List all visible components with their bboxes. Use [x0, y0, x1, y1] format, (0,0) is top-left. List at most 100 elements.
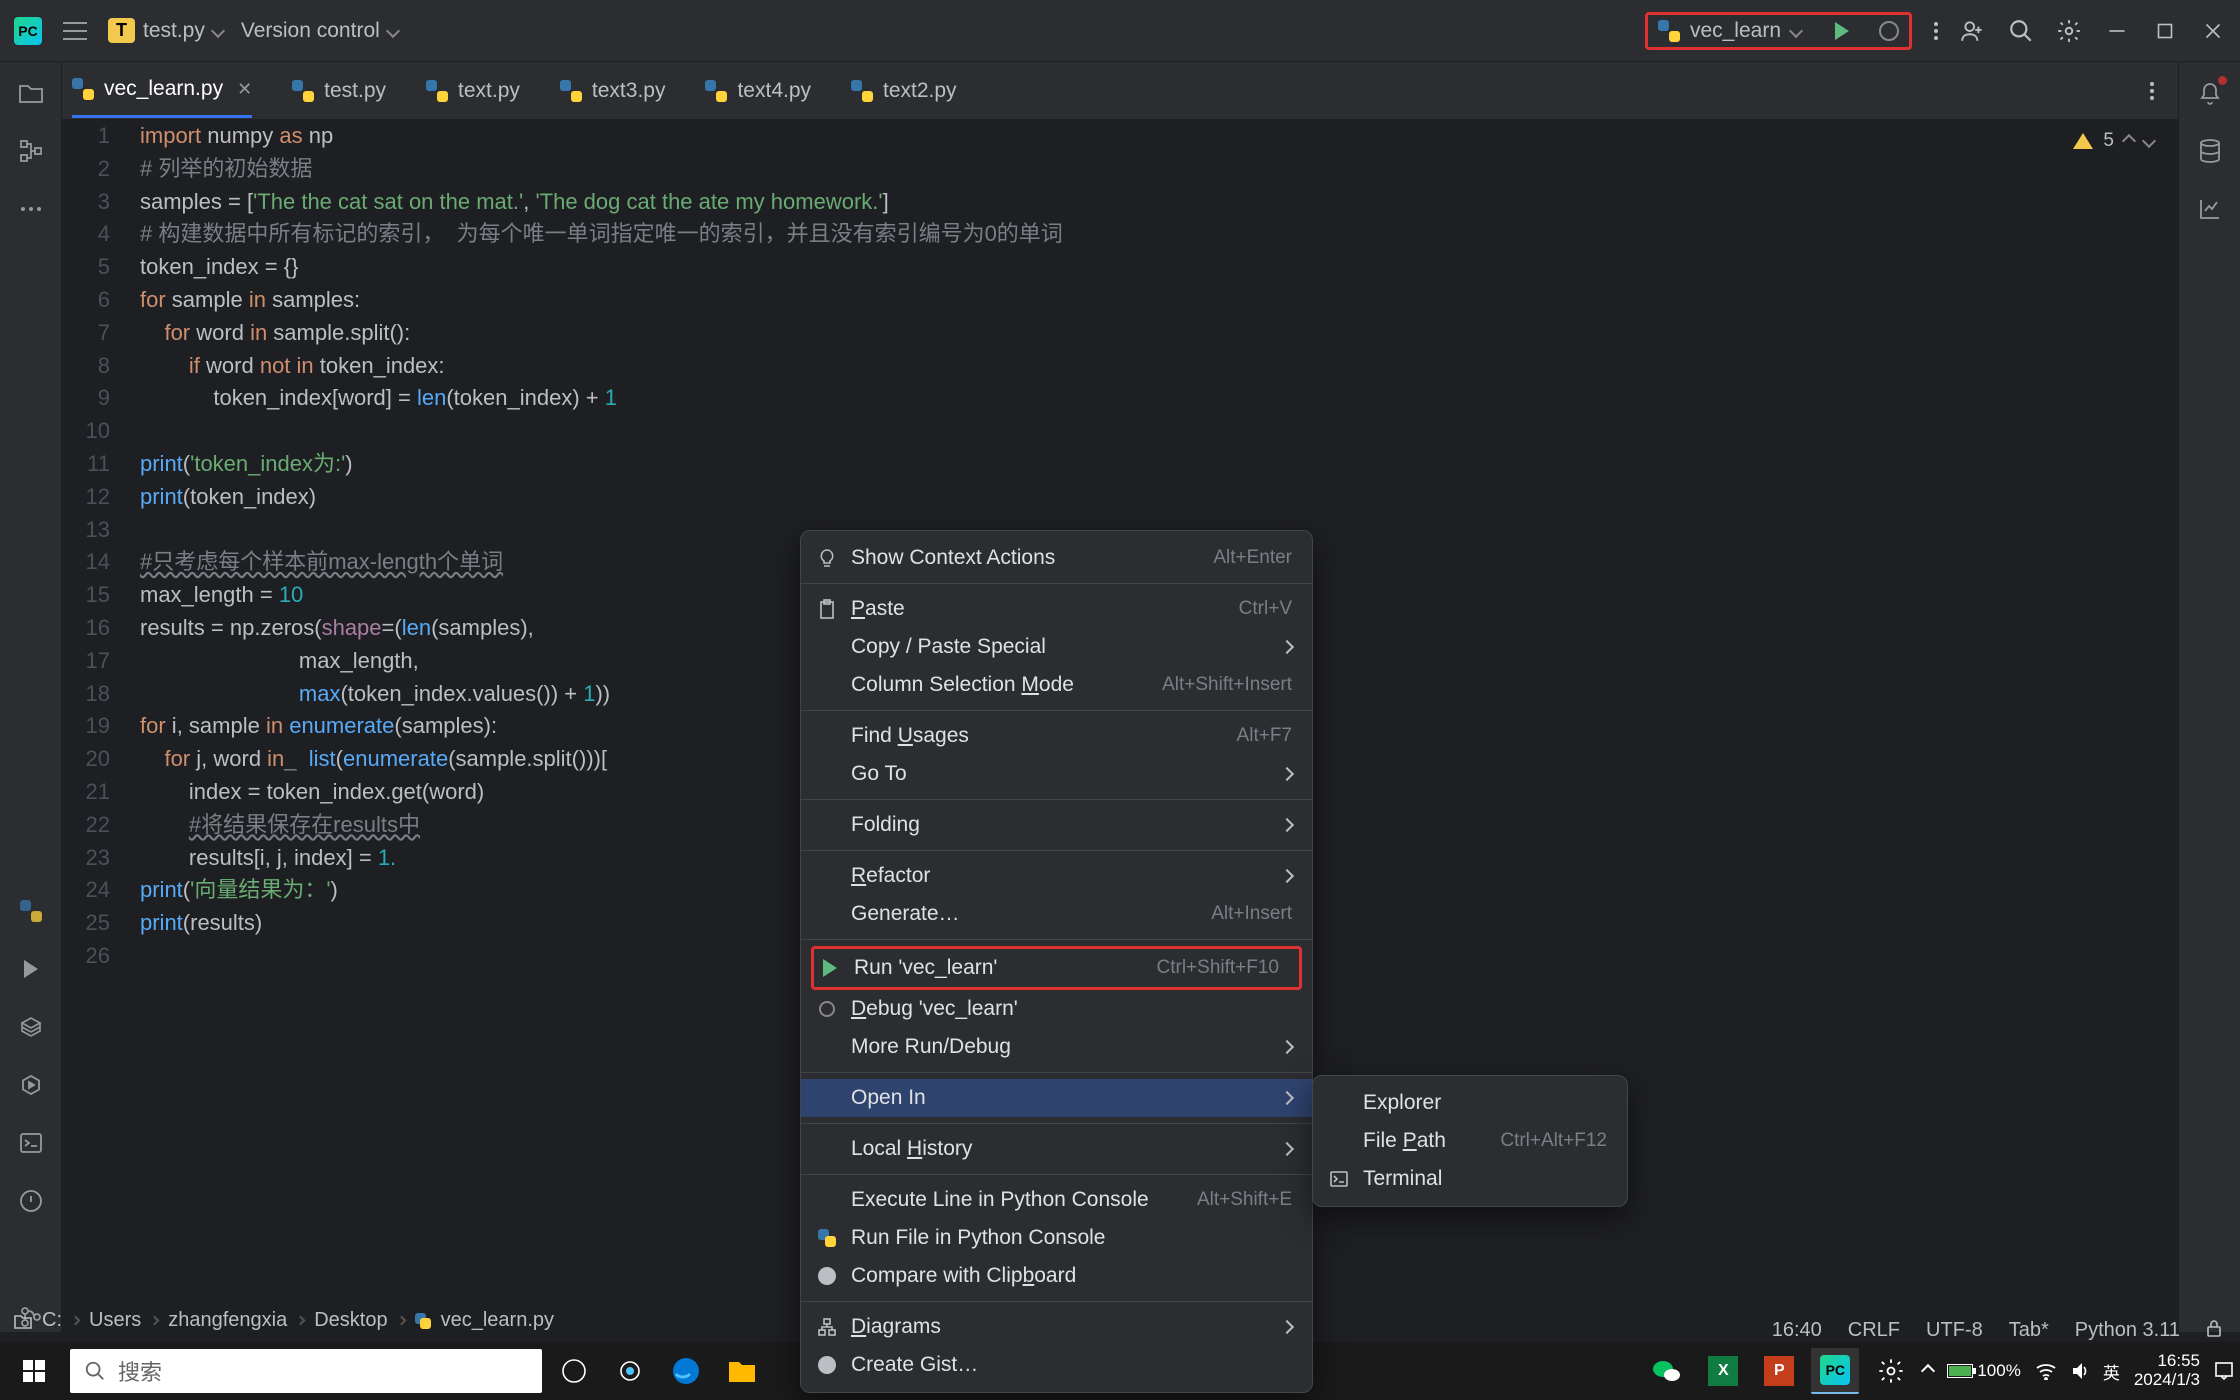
more-tool-icon[interactable]: [16, 194, 46, 224]
close-tab-icon[interactable]: ✕: [237, 79, 252, 100]
project-selector[interactable]: T test.py: [108, 18, 223, 43]
volume-icon[interactable]: [2071, 1361, 2089, 1381]
python-icon: [815, 1229, 839, 1247]
breadcrumb-segment[interactable]: Desktop: [314, 1309, 387, 1332]
system-tray[interactable]: 100% 英 16:552024/1/3: [1923, 1352, 2234, 1389]
tab-label: vec_learn.py: [104, 77, 223, 101]
status-indent[interactable]: Tab*: [2009, 1319, 2049, 1342]
context-menu-item[interactable]: Go To: [801, 755, 1312, 793]
context-menu-item[interactable]: Run File in Python Console: [801, 1219, 1312, 1257]
breadcrumb-segment[interactable]: zhangfengxia: [168, 1309, 287, 1332]
powerpoint-app[interactable]: P: [1755, 1348, 1803, 1394]
context-menu-item[interactable]: Run 'vec_learn'Ctrl+Shift+F10: [814, 949, 1299, 987]
pycharm-app[interactable]: PC: [1811, 1348, 1859, 1394]
battery-icon[interactable]: [1947, 1364, 1973, 1378]
breadcrumb-segment[interactable]: Users: [89, 1309, 141, 1332]
context-menu-item[interactable]: PasteCtrl+V: [801, 590, 1312, 628]
status-line-ending[interactable]: CRLF: [1848, 1319, 1900, 1342]
close-button[interactable]: [2200, 18, 2226, 44]
start-button[interactable]: [6, 1348, 62, 1394]
breadcrumb-segment[interactable]: vec_learn.py: [441, 1309, 554, 1332]
search-icon[interactable]: [2008, 18, 2034, 44]
tabs-more-icon[interactable]: [2150, 82, 2154, 100]
submenu-item[interactable]: Terminal: [1313, 1160, 1627, 1198]
run-tool-icon[interactable]: [16, 954, 46, 984]
structure-tool-icon[interactable]: [16, 136, 46, 166]
readonly-lock-icon[interactable]: [2206, 1319, 2222, 1342]
status-encoding[interactable]: UTF-8: [1926, 1319, 1983, 1342]
excel-app[interactable]: X: [1699, 1348, 1747, 1394]
titlebar: PC T test.py Version control vec_learn: [0, 0, 2240, 62]
status-time[interactable]: 16:40: [1772, 1319, 1822, 1342]
more-actions-button[interactable]: [1934, 22, 1938, 40]
menu-label: Copy / Paste Special: [851, 635, 1260, 659]
pycharm-logo-icon[interactable]: PC: [14, 17, 42, 45]
context-menu-item[interactable]: Create Gist…: [801, 1346, 1312, 1384]
notifications-icon[interactable]: [2195, 78, 2225, 108]
settings-app[interactable]: [1867, 1348, 1915, 1394]
python-console-icon[interactable]: [16, 896, 46, 926]
context-menu-item[interactable]: Compare with Clipboard: [801, 1257, 1312, 1295]
context-menu-item[interactable]: Diagrams: [801, 1308, 1312, 1346]
taskbar-search[interactable]: 搜索: [70, 1349, 542, 1393]
clock[interactable]: 16:552024/1/3: [2134, 1352, 2200, 1389]
maximize-button[interactable]: [2152, 18, 2178, 44]
database-tool-icon[interactable]: [2195, 136, 2225, 166]
submenu-item[interactable]: Explorer: [1313, 1084, 1627, 1122]
notification-center-icon[interactable]: [2214, 1361, 2234, 1381]
settings-icon[interactable]: [2056, 18, 2082, 44]
chevron-right-icon: [1280, 767, 1294, 781]
context-menu-item[interactable]: Show Context ActionsAlt+Enter: [801, 539, 1312, 577]
main-menu-button[interactable]: [60, 16, 90, 46]
play-icon: [818, 959, 842, 977]
editor-tab[interactable]: text4.py: [705, 65, 811, 117]
ime-indicator[interactable]: 英: [2103, 1359, 2120, 1384]
run-config-widget[interactable]: vec_learn: [1645, 12, 1912, 50]
context-menu-item[interactable]: Folding: [801, 806, 1312, 844]
minimize-button[interactable]: [2104, 18, 2130, 44]
cortana-button[interactable]: [606, 1348, 654, 1394]
wifi-icon[interactable]: [2035, 1362, 2057, 1380]
breadcrumb-segment[interactable]: C:: [42, 1309, 62, 1332]
editor-tab[interactable]: test.py: [292, 65, 386, 117]
problems-tool-icon[interactable]: [16, 1186, 46, 1216]
run-button[interactable]: [1835, 22, 1849, 40]
task-view-button[interactable]: [550, 1348, 598, 1394]
context-menu-item[interactable]: Open In: [801, 1079, 1312, 1117]
code-with-me-icon[interactable]: [1960, 18, 1986, 44]
python-icon: [292, 80, 314, 102]
context-menu-item[interactable]: Generate…Alt+Insert: [801, 895, 1312, 933]
menu-label: Column Selection Mode: [851, 673, 1150, 697]
python-icon: [705, 80, 727, 102]
editor-tab[interactable]: text3.py: [560, 65, 666, 117]
context-menu-item[interactable]: Refactor: [801, 857, 1312, 895]
context-menu-item[interactable]: Execute Line in Python ConsoleAlt+Shift+…: [801, 1181, 1312, 1219]
debug-button[interactable]: [1879, 21, 1899, 41]
edge-app[interactable]: [662, 1348, 710, 1394]
chevron-right-icon: [1280, 1040, 1294, 1054]
wechat-app[interactable]: [1643, 1348, 1691, 1394]
editor-tab[interactable]: text.py: [426, 65, 520, 117]
tab-label: text4.py: [737, 79, 811, 103]
editor-tab[interactable]: text2.py: [851, 65, 957, 117]
terminal-tool-icon[interactable]: [16, 1128, 46, 1158]
explorer-app[interactable]: [718, 1348, 766, 1394]
context-menu-item[interactable]: More Run/Debug: [801, 1028, 1312, 1066]
context-menu-item[interactable]: Local History: [801, 1130, 1312, 1168]
tray-expand-icon[interactable]: [1921, 1364, 1935, 1378]
chevron-right-icon: [1280, 869, 1294, 883]
services-tool-icon[interactable]: [16, 1070, 46, 1100]
project-tool-icon[interactable]: [16, 78, 46, 108]
context-menu-item[interactable]: Copy / Paste Special: [801, 628, 1312, 666]
navigation-bar[interactable]: C: Users zhangfengxia Desktop vec_learn.py: [14, 1309, 554, 1332]
sciview-icon[interactable]: [2195, 194, 2225, 224]
menu-label: Refactor: [851, 864, 1260, 888]
context-menu-item[interactable]: Debug 'vec_learn': [801, 990, 1312, 1028]
vcs-widget[interactable]: Version control: [241, 19, 398, 43]
context-menu-item[interactable]: Find UsagesAlt+F7: [801, 717, 1312, 755]
context-menu-item[interactable]: Column Selection ModeAlt+Shift+Insert: [801, 666, 1312, 704]
editor-tab[interactable]: vec_learn.py ✕: [72, 63, 252, 118]
python-packages-icon[interactable]: [16, 1012, 46, 1042]
submenu-item[interactable]: File PathCtrl+Alt+F12: [1313, 1122, 1627, 1160]
status-interpreter[interactable]: Python 3.11: [2075, 1319, 2180, 1342]
